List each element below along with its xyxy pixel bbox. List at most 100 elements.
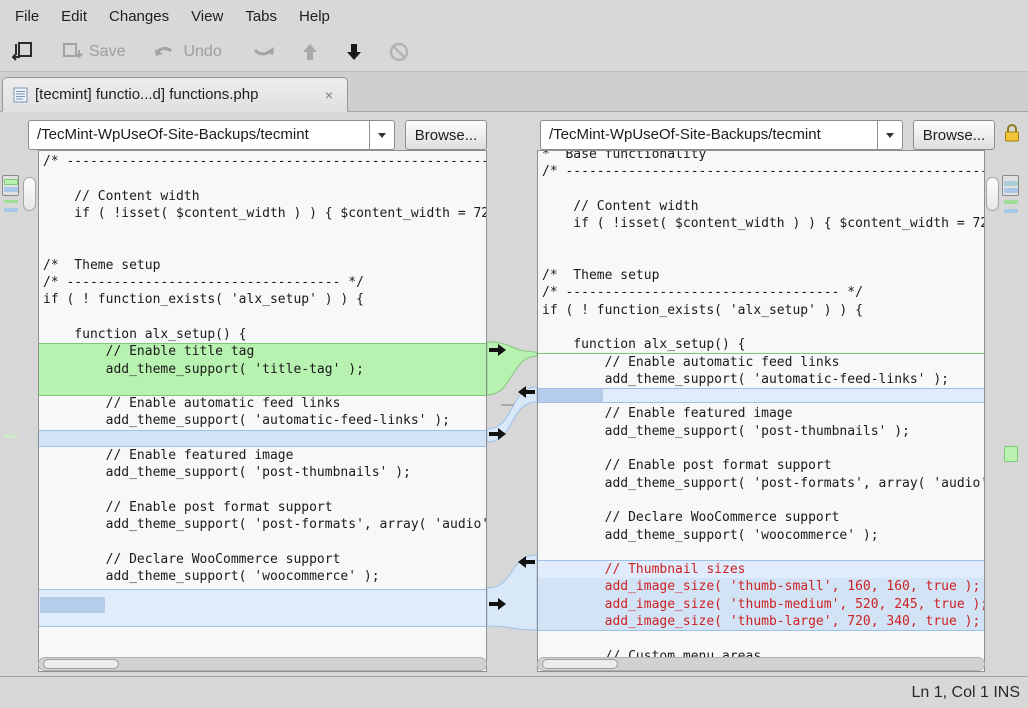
code-line: add_image_size( 'thumb-large', 720, 340,… — [538, 613, 984, 630]
redo-button[interactable] — [246, 38, 282, 66]
right-code-pane[interactable]: * Base functionality/* -----------------… — [537, 150, 985, 672]
left-vertical-scrollbar[interactable] — [23, 177, 36, 211]
code-line: // Enable post format support — [39, 499, 486, 516]
code-line: /* Theme setup — [39, 257, 486, 274]
code-line — [538, 440, 984, 457]
menu-help[interactable]: Help — [288, 3, 341, 30]
code-line — [538, 232, 984, 249]
diffmap-chunk — [1004, 181, 1018, 186]
arrow-down-icon — [344, 41, 364, 63]
tab-close-icon[interactable]: × — [321, 87, 337, 103]
toolbar: Save Undo — [0, 32, 1028, 72]
undo-label: Undo — [183, 43, 221, 61]
diffmap-chunk — [4, 435, 18, 438]
arrow-up-icon — [300, 41, 320, 63]
code-line: /* ----------------------------------- *… — [538, 284, 984, 301]
code-line: // Thumbnail sizes — [538, 561, 984, 578]
status-bar: Ln 1, Col 1 INS — [0, 676, 1028, 708]
left-code-view: /* -------------------------------------… — [39, 151, 486, 672]
code-line — [39, 603, 486, 620]
tab-title: [tecmint] functio...d] functions.php — [35, 86, 321, 103]
menu-changes[interactable]: Changes — [98, 3, 180, 30]
code-line: add_theme_support( 'woocommerce' ); — [39, 568, 486, 585]
menu-tabs[interactable]: Tabs — [234, 3, 288, 30]
left-file-path-entry[interactable]: /TecMint-WpUseOf-Site-Backups/tecmint — [28, 120, 370, 150]
code-line — [538, 544, 984, 561]
code-line: add_theme_support( 'woocommerce' ); — [538, 527, 984, 544]
diffmap-chunk — [1004, 200, 1018, 204]
code-line: add_theme_support( 'post-formats', array… — [538, 475, 984, 492]
left-diff-map[interactable] — [2, 150, 20, 672]
code-line — [39, 637, 486, 654]
menu-view[interactable]: View — [180, 3, 234, 30]
code-line — [39, 222, 486, 239]
diff-link-gutter — [487, 150, 537, 672]
redo-curve-icon — [252, 42, 276, 62]
code-line — [39, 430, 486, 447]
code-line: function alx_setup() { — [538, 336, 984, 353]
code-line — [538, 250, 984, 267]
right-browse-button[interactable]: Browse... — [913, 120, 995, 150]
left-code-pane[interactable]: /* -------------------------------------… — [38, 150, 487, 672]
right-file-path-entry[interactable]: /TecMint-WpUseOf-Site-Backups/tecmint — [540, 120, 878, 150]
undo-button[interactable]: Undo — [147, 37, 227, 67]
new-comparison-button[interactable] — [6, 36, 41, 67]
code-line: if ( ! function_exists( 'alx_setup' ) ) … — [39, 291, 486, 308]
code-line: function alx_setup() { — [39, 326, 486, 343]
code-line: // Declare WooCommerce support — [538, 509, 984, 526]
right-code-view: * Base functionality/* -----------------… — [538, 150, 984, 665]
code-line: add_theme_support( 'automatic-feed-links… — [538, 371, 984, 388]
save-button[interactable]: Save — [55, 37, 131, 67]
left-horizontal-scrollbar[interactable] — [38, 657, 487, 671]
code-line: add_theme_support( 'post-thumbnails' ); — [538, 423, 984, 440]
right-file-dropdown[interactable] — [877, 120, 903, 150]
code-line — [39, 239, 486, 256]
code-line: if ( !isset( $content_width ) ) { $conte… — [538, 215, 984, 232]
code-line: if ( ! function_exists( 'alx_setup' ) ) … — [538, 302, 984, 319]
diffmap-chunk — [4, 179, 18, 185]
code-line: add_image_size( 'thumb-small', 160, 160,… — [538, 578, 984, 595]
code-line: // Content width — [538, 198, 984, 215]
left-file-dropdown[interactable] — [369, 120, 395, 150]
tab-functions-php[interactable]: [tecmint] functio...d] functions.php × — [2, 77, 348, 112]
code-line — [39, 482, 486, 499]
stop-button[interactable] — [382, 37, 416, 67]
code-line: * Base functionality — [538, 150, 984, 163]
diffmap-chunk — [1004, 446, 1018, 462]
document-icon — [13, 87, 28, 103]
undo-icon — [153, 41, 177, 63]
code-line — [39, 620, 486, 637]
menu-file[interactable]: File — [4, 3, 50, 30]
code-line — [538, 319, 984, 336]
right-diff-map[interactable] — [1002, 150, 1020, 672]
code-line: /* ----------------------------------- *… — [39, 274, 486, 291]
code-line — [538, 388, 984, 405]
right-horizontal-scrollbar-thumb[interactable] — [542, 659, 618, 669]
right-vertical-scrollbar[interactable] — [986, 177, 999, 211]
code-line: // Declare WooCommerce support — [39, 551, 486, 568]
code-line — [39, 585, 486, 602]
code-line: // Enable post format support — [538, 457, 984, 474]
left-browse-button[interactable]: Browse... — [405, 120, 487, 150]
code-line: /* -------------------------------------… — [39, 153, 486, 170]
menu-bar: File Edit Changes View Tabs Help — [0, 0, 1028, 32]
code-line: // Content width — [39, 188, 486, 205]
new-comparison-icon — [12, 40, 35, 63]
tab-bar: [tecmint] functio...d] functions.php × — [0, 72, 1028, 112]
code-line: // Enable featured image — [538, 405, 984, 422]
next-change-button[interactable] — [338, 37, 370, 67]
change-link-curve — [487, 555, 537, 630]
right-horizontal-scrollbar[interactable] — [537, 657, 985, 671]
code-line — [538, 492, 984, 509]
left-horizontal-scrollbar-thumb[interactable] — [43, 659, 119, 669]
menu-edit[interactable]: Edit — [50, 3, 98, 30]
code-line: add_theme_support( 'post-thumbnails' ); — [39, 464, 486, 481]
code-line: /* -------------------------------------… — [538, 163, 984, 180]
save-icon — [61, 41, 83, 63]
previous-change-button[interactable] — [294, 37, 326, 67]
code-line — [39, 378, 486, 395]
code-line: // Enable title tag — [39, 343, 486, 360]
code-line — [538, 181, 984, 198]
stop-icon — [388, 41, 410, 63]
code-line: add_theme_support( 'title-tag' ); — [39, 361, 486, 378]
